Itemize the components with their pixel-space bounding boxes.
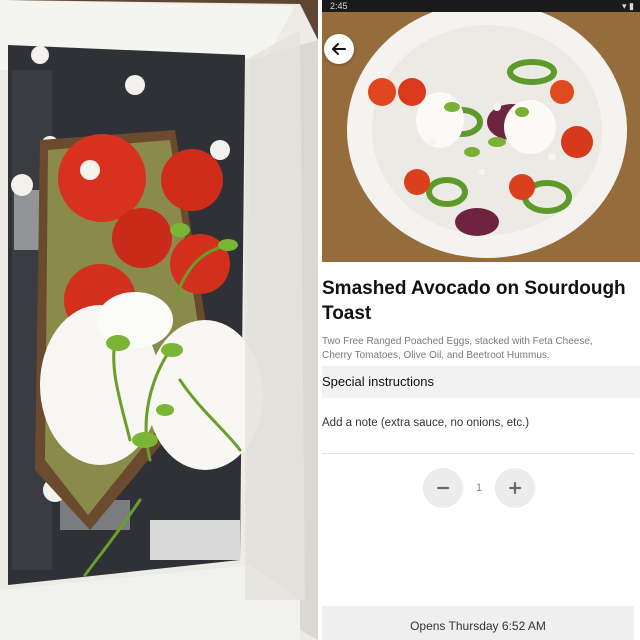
delivered-food-photo	[0, 0, 318, 640]
minus-icon	[436, 486, 450, 490]
status-bar: 2:45 ▾ ▮	[322, 0, 640, 12]
divider	[322, 453, 634, 454]
item-title: Smashed Avocado on Sourdough Toast	[322, 278, 626, 324]
quantity-value: 1	[475, 482, 483, 494]
increase-quantity-button[interactable]	[495, 468, 535, 508]
special-instructions-header: Special instructions	[322, 366, 640, 398]
item-description: Two Free Ranged Poached Eggs, stacked wi…	[322, 336, 593, 361]
arrow-left-icon	[332, 43, 346, 55]
status-time: 2:45	[330, 1, 348, 11]
special-instructions-input[interactable]	[322, 408, 634, 438]
plus-icon	[508, 481, 522, 495]
decrease-quantity-button[interactable]	[423, 468, 463, 508]
menu-item-screen: 2:45 ▾ ▮ Smashed Avocado on Sourdough To…	[322, 0, 640, 640]
dish-hero-image	[322, 12, 640, 262]
back-button[interactable]	[324, 34, 354, 64]
status-icons: ▾ ▮	[622, 1, 634, 11]
opens-time-button[interactable]: Opens Thursday 6:52 AM	[322, 606, 634, 640]
